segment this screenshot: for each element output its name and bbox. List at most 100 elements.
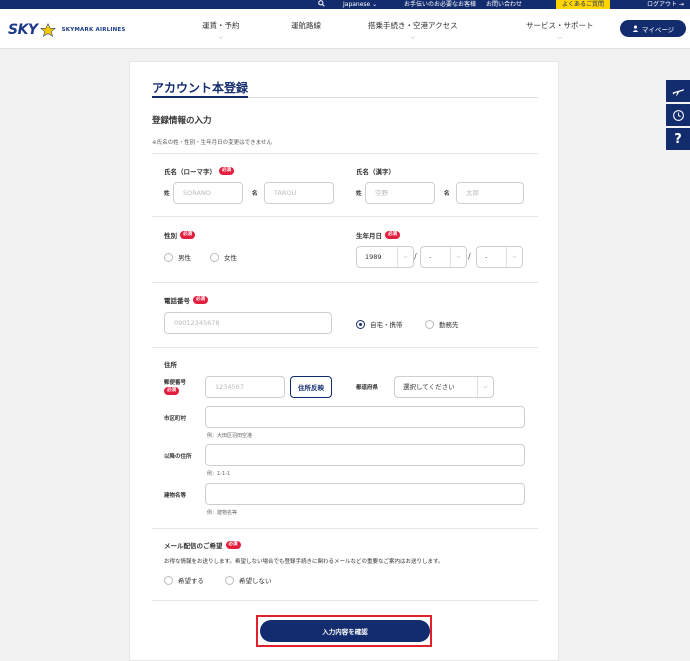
- first-name-kanji-input[interactable]: 太郎: [456, 182, 524, 204]
- required-badge: 必須: [385, 231, 400, 239]
- street-input[interactable]: [205, 444, 525, 466]
- language-selector[interactable]: Japanese ⌄: [343, 0, 377, 9]
- registration-card: アカウント本登録 登録情報の入力 ※氏名の姓・性別・生年月日の変更はできません …: [129, 61, 559, 661]
- page-title: アカウント本登録: [152, 81, 249, 95]
- radio-circle: [210, 252, 219, 262]
- radio-label: 希望しない: [239, 577, 272, 585]
- radio-label: 男性: [178, 254, 191, 262]
- postal-code-input[interactable]: 1234567: [205, 376, 285, 398]
- gender-label: 性別 必須: [164, 230, 195, 240]
- divider: [152, 600, 538, 601]
- building-label: 建物名等: [164, 493, 187, 499]
- last-name-roman-input[interactable]: SORANO: [173, 182, 243, 204]
- required-badge: 必須: [180, 231, 195, 239]
- mail-description: お得な情報をお送りします。希望しない場合でも登録手続きに関わるメールなどの重要な…: [164, 559, 444, 565]
- logo-text: SKY: [8, 22, 38, 38]
- nav-fares-booking[interactable]: 運賃・予約 ⌵: [202, 20, 240, 42]
- divider: [152, 282, 538, 283]
- nav-services-support[interactable]: サービス・サポート ⌵: [526, 20, 594, 42]
- divider: [152, 153, 538, 154]
- faq-link[interactable]: よくあるご質問: [556, 0, 611, 9]
- nav-checkin-access[interactable]: 搭乗手続き・空港アクセス ⌵: [368, 20, 458, 42]
- select-value: 選択してください: [403, 383, 455, 391]
- phone-home-mobile-radio[interactable]: 自宅・携帯: [356, 319, 403, 329]
- select-value: 1989: [365, 253, 382, 261]
- side-flight-button[interactable]: [666, 80, 690, 102]
- prefecture-select[interactable]: 選択してください ⌵: [394, 376, 494, 398]
- divider: [152, 216, 538, 217]
- label-text: 電話番号: [164, 297, 190, 305]
- first-name-roman-label: 名: [252, 191, 258, 197]
- label-text: 氏名（漢字）: [356, 168, 395, 176]
- birth-year-select[interactable]: 1989 ⌵: [356, 246, 414, 268]
- street-example: 例：1-1-1: [207, 471, 231, 477]
- chevron-down-icon: ⌵: [410, 34, 416, 41]
- mypage-label: マイページ: [641, 25, 675, 34]
- last-name-kanji-input[interactable]: 空野: [365, 182, 435, 204]
- logout-label: ログアウト: [647, 1, 678, 8]
- radio-circle: [356, 319, 365, 329]
- divider: [152, 528, 538, 529]
- utility-bar: Japanese ⌄ お手伝いのお必要なお客様 お問い合わせ よくあるご質問 ロ…: [0, 0, 690, 9]
- radio-circle: [225, 575, 234, 585]
- name-kanji-label: 氏名（漢字）: [356, 166, 395, 176]
- city-example: 例：大田区羽田空港: [207, 433, 253, 439]
- phone-input[interactable]: 09012345678: [164, 312, 332, 334]
- prefecture-label: 都道府県: [356, 385, 379, 391]
- address-reflect-button[interactable]: 住所反映: [290, 376, 332, 398]
- plane-icon: [672, 88, 684, 96]
- label-text: 住所: [164, 361, 177, 369]
- confirm-button[interactable]: 入力内容を確認: [260, 620, 430, 642]
- phone-work-radio[interactable]: 勤務先: [425, 319, 459, 329]
- label-text: 性別: [164, 232, 177, 240]
- label-text: 氏名（ローマ字）: [164, 168, 216, 176]
- logout-icon: ⇥: [677, 1, 684, 8]
- required-badge: 必須: [193, 296, 208, 304]
- logout-link[interactable]: ログアウト ⇥: [647, 0, 684, 9]
- required-badge: 必須: [164, 387, 179, 395]
- building-example: 例：建物名等: [207, 510, 238, 516]
- mail-optout-radio[interactable]: 希望しない: [225, 575, 272, 585]
- label-text: メール配信のご希望: [164, 542, 223, 550]
- date-separator: /: [414, 252, 417, 261]
- city-input[interactable]: [205, 406, 525, 428]
- immutable-fields-note: ※氏名の姓・性別・生年月日の変更はできません: [152, 140, 272, 146]
- side-status-button[interactable]: [666, 104, 690, 126]
- chevron-down-icon: ⌵: [450, 247, 466, 267]
- radio-circle: [164, 575, 173, 585]
- clock-icon: [672, 109, 684, 121]
- chevron-down-icon: ⌵: [397, 247, 413, 267]
- birth-day-select[interactable]: - ⌵: [476, 246, 523, 268]
- required-badge: 必須: [219, 167, 234, 175]
- chevron-down-icon: ⌵: [557, 34, 563, 41]
- phone-label: 電話番号 必須: [164, 295, 208, 305]
- birth-month-select[interactable]: - ⌵: [420, 246, 467, 268]
- mail-optin-radio[interactable]: 希望する: [164, 575, 204, 585]
- divider: [152, 347, 538, 348]
- nav-label: 搭乗手続き・空港アクセス: [368, 21, 458, 30]
- gender-male-radio[interactable]: 男性: [164, 252, 191, 262]
- last-name-kanji-label: 姓: [356, 191, 362, 197]
- first-name-roman-input[interactable]: TAROU: [264, 182, 334, 204]
- contact-link[interactable]: お問い合わせ: [486, 0, 522, 9]
- required-badge: 必須: [225, 541, 241, 549]
- nav-label: 運賃・予約: [202, 21, 240, 30]
- nav-routes[interactable]: 運航路線: [291, 20, 321, 31]
- select-value: -: [485, 253, 488, 261]
- help-icon: ?: [674, 131, 682, 147]
- radio-label: 女性: [224, 254, 237, 262]
- last-name-roman-label: 姓: [164, 191, 170, 197]
- city-label: 市区町村: [164, 416, 187, 422]
- site-header: SKY SKYMARK AIRLINES 運賃・予約 ⌵ 運航路線 搭乗手続き・…: [0, 9, 690, 49]
- skymark-logo[interactable]: SKY SKYMARK AIRLINES: [8, 22, 126, 38]
- search-icon[interactable]: [318, 0, 325, 9]
- label-text: 生年月日: [356, 232, 382, 240]
- mypage-button[interactable]: マイページ: [620, 20, 686, 37]
- street-label: 以降の住所: [164, 454, 192, 460]
- passenger-help-link[interactable]: お手伝いのお必要なお客様: [404, 0, 476, 9]
- building-input[interactable]: [205, 483, 525, 505]
- user-icon: [632, 25, 639, 32]
- gender-female-radio[interactable]: 女性: [210, 252, 237, 262]
- side-help-button[interactable]: ?: [666, 128, 690, 150]
- date-separator: /: [468, 252, 471, 261]
